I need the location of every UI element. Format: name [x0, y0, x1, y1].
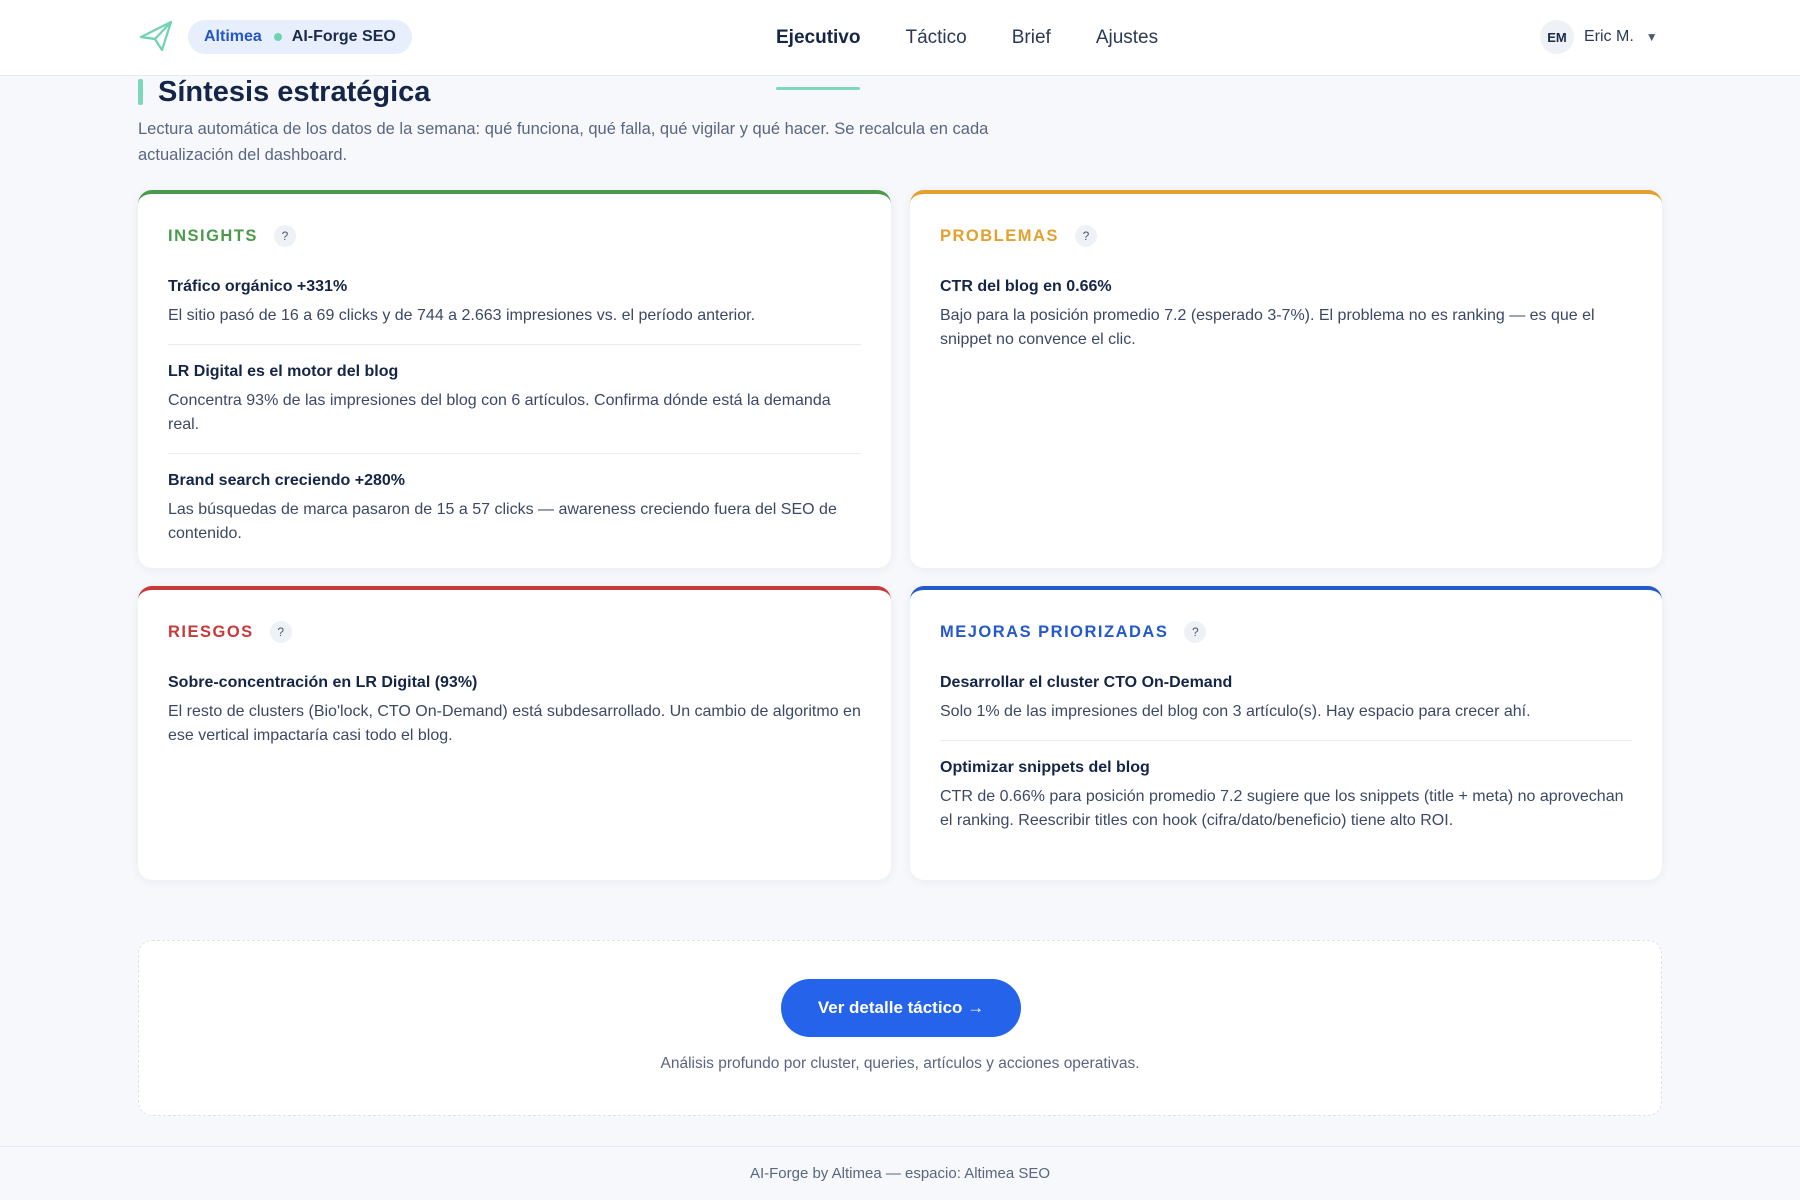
- riesgos-label: RIESGOS: [168, 622, 254, 641]
- product-name: AI-Forge SEO: [291, 28, 396, 45]
- nav-tab-brief[interactable]: Brief: [1012, 0, 1051, 76]
- item-title: CTR del blog en 0.66%: [940, 278, 1112, 295]
- item-title: LR Digital es el motor del blog: [168, 363, 399, 380]
- insights-card: INSIGHTS ? Tráfico orgánico +331% El sit…: [138, 190, 891, 568]
- title-accent-bar: [138, 79, 143, 105]
- riesgos-card: RIESGOS ? Sobre-concentración en LR Digi…: [138, 586, 891, 880]
- cta-description: Análisis profundo por cluster, queries, …: [660, 1055, 1140, 1072]
- tactical-cta-panel: Ver detalle táctico → Análisis profundo …: [138, 940, 1662, 1116]
- help-icon[interactable]: ?: [269, 621, 292, 643]
- item-text: Solo 1% de las impresiones del blog con …: [940, 703, 1531, 720]
- page-title-block: Síntesis estratégica: [138, 76, 430, 108]
- footer-text: AI-Forge by Altimea — espacio: Altimea S…: [749, 1165, 1051, 1182]
- nav-tab-ejecutivo[interactable]: Ejecutivo: [776, 0, 861, 90]
- page-title: Síntesis estratégica: [158, 75, 431, 108]
- item-text: Concentra 93% de las impresiones del blo…: [168, 392, 831, 433]
- list-item: Tráfico orgánico +331% El sitio pasó de …: [168, 276, 861, 345]
- separator-dot: [273, 33, 282, 41]
- list-item: LR Digital es el motor del blog Concentr…: [168, 361, 861, 454]
- list-item: Brand search creciendo +280% Las búsqued…: [168, 470, 861, 562]
- item-text: El sitio pasó de 16 a 69 clicks y de 744…: [168, 307, 756, 324]
- nav-tab-tactico[interactable]: Táctico: [905, 0, 966, 76]
- item-title: Desarrollar el cluster CTO On-Demand: [940, 674, 1233, 691]
- footer: AI-Forge by Altimea — espacio: Altimea S…: [0, 1146, 1800, 1200]
- help-icon[interactable]: ?: [273, 225, 296, 247]
- org-name: Altimea: [204, 28, 262, 45]
- page-subtitle: Lectura automática de los datos de la se…: [138, 120, 989, 164]
- item-text: Las búsquedas de marca pasaron de 15 a 5…: [168, 501, 837, 542]
- view-tactical-detail-button[interactable]: Ver detalle táctico →: [781, 979, 1021, 1037]
- item-text: CTR de 0.66% para posición promedio 7.2 …: [940, 788, 1624, 829]
- item-text: El resto de clusters (Bio'lock, CTO On-D…: [168, 703, 861, 744]
- item-title: Optimizar snippets del blog: [940, 759, 1150, 776]
- item-title: Brand search creciendo +280%: [168, 472, 406, 489]
- mejoras-card: MEJORAS PRIORIZADAS ? Desarrollar el clu…: [910, 586, 1662, 880]
- list-item: Desarrollar el cluster CTO On-Demand Sol…: [940, 672, 1632, 741]
- paper-plane-icon[interactable]: [138, 18, 174, 54]
- problemas-card: PROBLEMAS ? CTR del blog en 0.66% Bajo p…: [910, 190, 1662, 568]
- workspace-switcher[interactable]: Altimea AI-Forge SEO: [188, 20, 412, 54]
- insights-label: INSIGHTS: [168, 226, 258, 245]
- problemas-label: PROBLEMAS: [940, 226, 1059, 245]
- list-item: CTR del blog en 0.66% Bajo para la posic…: [940, 276, 1632, 368]
- mejoras-label: MEJORAS PRIORIZADAS: [940, 622, 1169, 641]
- chevron-down-icon: ▼: [1645, 30, 1658, 44]
- main-nav: Ejecutivo Táctico Brief Ajustes: [776, 0, 1203, 90]
- item-title: Tráfico orgánico +331%: [168, 278, 348, 295]
- help-icon[interactable]: ?: [1074, 225, 1097, 247]
- item-text: Bajo para la posición promedio 7.2 (espe…: [940, 307, 1595, 348]
- nav-tab-ajustes[interactable]: Ajustes: [1096, 0, 1158, 76]
- user-menu[interactable]: EM Eric M. ▼: [1540, 20, 1658, 54]
- avatar: EM: [1540, 20, 1574, 54]
- help-icon[interactable]: ?: [1184, 621, 1207, 643]
- list-item: Sobre-concentración en LR Digital (93%) …: [168, 672, 861, 764]
- item-title: Sobre-concentración en LR Digital (93%): [168, 674, 478, 691]
- user-name: Eric M.: [1584, 28, 1634, 45]
- top-bar: Altimea AI-Forge SEO Ejecutivo Táctico B…: [0, 0, 1800, 90]
- list-item: Optimizar snippets del blog CTR de 0.66%…: [940, 757, 1632, 849]
